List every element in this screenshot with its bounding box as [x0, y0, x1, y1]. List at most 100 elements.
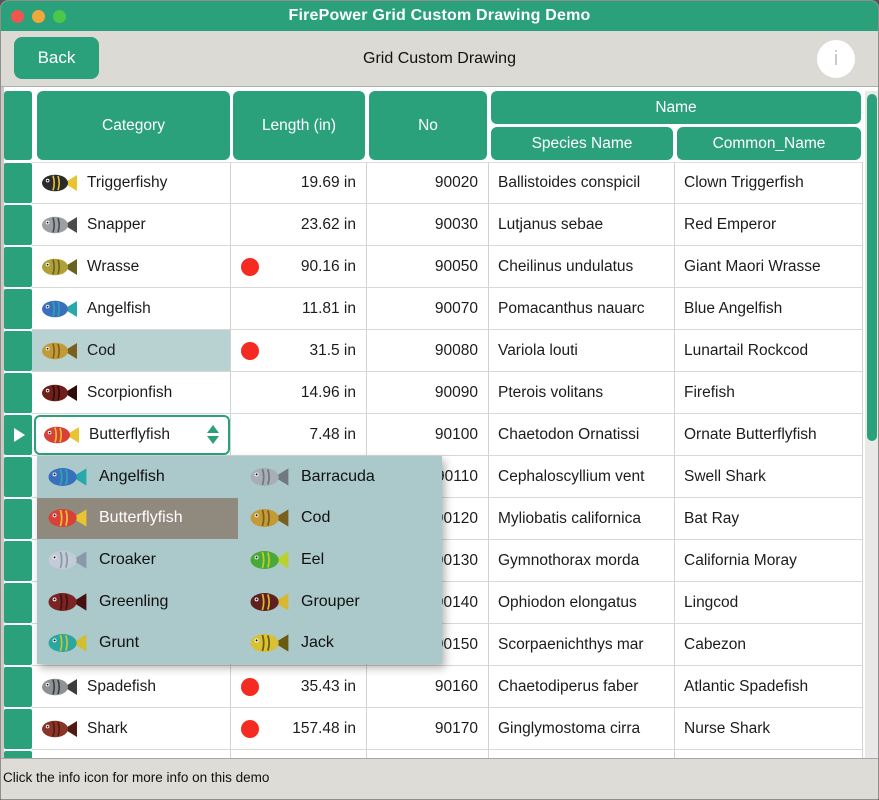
row-indicator[interactable] — [4, 625, 32, 665]
cell-species[interactable]: Variola louti — [489, 330, 675, 372]
cell-common[interactable]: Ornate Butterflyfish — [675, 414, 863, 456]
cell-common[interactable]: Lingcod — [675, 582, 863, 624]
back-button[interactable]: Back — [14, 37, 99, 79]
row-indicator[interactable] — [4, 289, 32, 329]
dropdown-item-jack[interactable]: Jack — [239, 622, 440, 664]
dropdown-item-grouper[interactable]: Grouper — [239, 581, 440, 623]
cell-category[interactable]: Scorpionfish — [32, 372, 231, 414]
dropdown-item-croaker[interactable]: Croaker — [37, 539, 238, 581]
cell-common[interactable]: Clown Triggerfish — [675, 162, 863, 204]
cell-no[interactable]: 90090 — [367, 372, 489, 414]
row-indicator[interactable] — [4, 163, 32, 203]
cell-length[interactable]: 11.81 in — [231, 288, 367, 330]
cell-species[interactable]: Pomacanthus nauarc — [489, 288, 675, 330]
column-header-length[interactable]: Length (in) — [233, 91, 365, 160]
dropdown-item-cod[interactable]: Cod — [239, 498, 440, 540]
cell-common[interactable]: Firefish — [675, 372, 863, 414]
minimize-button[interactable] — [32, 9, 45, 23]
cell-species[interactable]: Lutjanus sebae — [489, 204, 675, 246]
cell-no[interactable] — [367, 750, 489, 758]
cell-common[interactable]: California Moray — [675, 540, 863, 582]
cell-length[interactable]: 35.43 in — [231, 666, 367, 708]
cell-common[interactable]: Blue Angelfish — [675, 288, 863, 330]
row-indicator[interactable] — [4, 331, 32, 371]
row-indicator[interactable] — [4, 205, 32, 245]
column-header-name-group[interactable]: Name — [491, 91, 861, 124]
cell-category[interactable]: Wrasse — [32, 246, 231, 288]
column-header-common[interactable]: Common_Name — [677, 127, 861, 160]
row-indicator[interactable] — [4, 667, 32, 707]
cell-species[interactable]: Gymnothorax morda — [489, 540, 675, 582]
cell-length[interactable]: 23.62 in — [231, 204, 367, 246]
column-header-no[interactable]: No — [369, 91, 487, 160]
cell-no[interactable]: 90100 — [367, 414, 489, 456]
cell-species[interactable]: Scorpaenichthys mar — [489, 624, 675, 666]
row-indicator[interactable] — [4, 541, 32, 581]
cell-species[interactable]: Ophiodon elongatus — [489, 582, 675, 624]
category-editor[interactable]: Butterflyfish — [34, 415, 230, 455]
cell-species[interactable] — [489, 750, 675, 758]
row-indicator[interactable] — [4, 751, 32, 758]
dropdown-stepper-icon[interactable] — [207, 425, 219, 444]
dropdown-item-grunt[interactable]: Grunt — [37, 622, 238, 664]
cell-common[interactable]: Atlantic Spadefish — [675, 666, 863, 708]
cell-category[interactable]: Snapper — [32, 204, 231, 246]
no-value: 90160 — [434, 677, 478, 695]
dropdown-item-butterflyfish[interactable]: Butterflyfish — [37, 497, 238, 540]
row-indicator[interactable] — [4, 247, 32, 287]
cell-species[interactable]: Pterois volitans — [489, 372, 675, 414]
cell-length[interactable]: 90.16 in — [231, 246, 367, 288]
cell-common[interactable]: Swell Shark — [675, 456, 863, 498]
row-indicator[interactable] — [4, 499, 32, 539]
cell-length[interactable]: 19.69 in — [231, 162, 367, 204]
dropdown-item-barracuda[interactable]: Barracuda — [239, 456, 440, 498]
cell-species[interactable]: Chaetodon Ornatissi — [489, 414, 675, 456]
cell-common[interactable]: Lunartail Rockcod — [675, 330, 863, 372]
cell-no[interactable]: 90170 — [367, 708, 489, 750]
cell-common[interactable]: Cabezon — [675, 624, 863, 666]
cell-species[interactable]: Cephaloscyllium vent — [489, 456, 675, 498]
cell-no[interactable]: 90050 — [367, 246, 489, 288]
cell-length[interactable]: 31.5 in — [231, 330, 367, 372]
cell-category[interactable] — [32, 750, 231, 758]
cell-no[interactable]: 90070 — [367, 288, 489, 330]
cell-species[interactable]: Myliobatis californica — [489, 498, 675, 540]
cell-no[interactable]: 90020 — [367, 162, 489, 204]
dropdown-item-greenling[interactable]: Greenling — [37, 581, 238, 623]
cell-length[interactable] — [231, 750, 367, 758]
cell-category[interactable]: Spadefish — [32, 666, 231, 708]
cell-common[interactable]: Red Emperor — [675, 204, 863, 246]
row-indicator[interactable] — [4, 373, 32, 413]
cell-category[interactable]: Triggerfishy — [32, 162, 231, 204]
cell-common[interactable]: Nurse Shark — [675, 708, 863, 750]
info-icon[interactable]: i — [817, 40, 855, 78]
scrollbar-thumb[interactable] — [867, 94, 877, 441]
row-indicator[interactable] — [4, 457, 32, 497]
cell-species[interactable]: Ballistoides conspicil — [489, 162, 675, 204]
cell-category[interactable]: Butterflyfish — [32, 414, 231, 456]
cell-category[interactable]: Shark — [32, 708, 231, 750]
row-indicator[interactable] — [4, 709, 32, 749]
cell-no[interactable]: 90160 — [367, 666, 489, 708]
cell-length[interactable]: 14.96 in — [231, 372, 367, 414]
cell-common[interactable] — [675, 750, 863, 758]
cell-no[interactable]: 90080 — [367, 330, 489, 372]
row-indicator[interactable] — [4, 583, 32, 623]
cell-length[interactable]: 7.48 in — [231, 414, 367, 456]
cell-length[interactable]: 157.48 in — [231, 708, 367, 750]
cell-common[interactable]: Giant Maori Wrasse — [675, 246, 863, 288]
close-button[interactable] — [11, 9, 24, 23]
row-indicator[interactable] — [4, 415, 32, 455]
zoom-button[interactable] — [53, 9, 66, 23]
cell-category[interactable]: Cod — [32, 330, 231, 372]
column-header-category[interactable]: Category — [37, 91, 230, 160]
cell-species[interactable]: Cheilinus undulatus — [489, 246, 675, 288]
cell-no[interactable]: 90030 — [367, 204, 489, 246]
cell-species[interactable]: Chaetodiperus faber — [489, 666, 675, 708]
cell-category[interactable]: Angelfish — [32, 288, 231, 330]
dropdown-item-angelfish[interactable]: Angelfish — [37, 456, 238, 498]
cell-common[interactable]: Bat Ray — [675, 498, 863, 540]
column-header-species[interactable]: Species Name — [491, 127, 673, 160]
cell-species[interactable]: Ginglymostoma cirra — [489, 708, 675, 750]
dropdown-item-eel[interactable]: Eel — [239, 539, 440, 581]
